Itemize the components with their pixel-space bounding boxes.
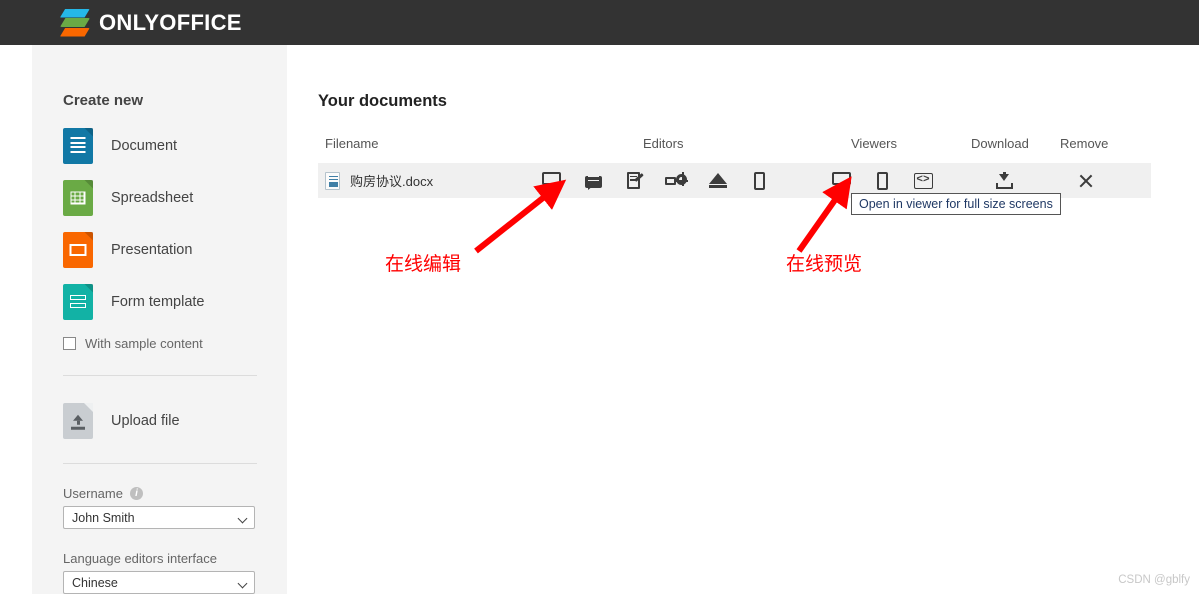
with-sample-content-label: With sample content <box>85 336 203 351</box>
presentation-icon <box>63 231 93 268</box>
document-icon <box>63 127 93 164</box>
main-content: Your documents Filename Editors Viewers … <box>318 45 1178 198</box>
sidebar: Create new Document Spreadsheet Presenta… <box>32 45 287 594</box>
editor-mobile-button[interactable] <box>746 163 772 198</box>
language-label: Language editors interface <box>63 551 217 566</box>
upload-file-label: Upload file <box>111 413 180 429</box>
upload-file-button[interactable]: Upload file <box>63 403 287 439</box>
sidebar-divider-bottom <box>63 463 257 464</box>
username-value: John Smith <box>72 510 135 525</box>
docx-file-icon <box>325 171 340 190</box>
file-name-cell[interactable]: 购房协议.docx <box>325 163 433 198</box>
draw-icon <box>709 173 727 188</box>
with-sample-content-checkbox[interactable] <box>63 337 76 350</box>
sidebar-item-label: Form template <box>111 293 205 310</box>
viewer-tooltip: Open in viewer for full size screens <box>851 193 1061 215</box>
remove-button[interactable] <box>1073 163 1099 198</box>
page-title: Your documents <box>318 92 447 110</box>
annotation-online-editing: 在线编辑 <box>385 253 462 275</box>
sidebar-item-form-template[interactable]: Form template <box>63 279 287 324</box>
documents-table: Filename Editors Viewers Download Remove… <box>318 136 1151 198</box>
column-header-remove: Remove <box>1060 136 1109 151</box>
sidebar-item-spreadsheet[interactable]: Spreadsheet <box>63 175 287 220</box>
upload-file-icon <box>63 403 93 439</box>
create-new-list: Document Spreadsheet Presentation Form t… <box>63 123 287 324</box>
editor-monitor-button[interactable] <box>538 163 564 198</box>
sidebar-item-document[interactable]: Document <box>63 123 287 168</box>
username-label: Username <box>63 486 123 501</box>
form-settings-icon <box>665 171 688 188</box>
sidebar-divider-top <box>63 375 257 376</box>
comment-bubble-icon <box>584 173 602 190</box>
embed-code-icon: <> <box>913 172 933 189</box>
sidebar-item-label: Document <box>111 137 178 154</box>
table-header-row: Filename Editors Viewers Download Remove <box>318 136 1151 163</box>
mobile-phone-icon <box>753 171 765 190</box>
sidebar-item-label: Spreadsheet <box>111 189 194 206</box>
info-icon[interactable]: i <box>129 487 143 500</box>
download-icon <box>995 172 1013 189</box>
column-header-download: Download <box>971 136 1029 151</box>
form-template-icon <box>63 283 93 320</box>
brand-logo[interactable]: ONLYOFFICE <box>60 8 242 37</box>
sidebar-item-presentation[interactable]: Presentation <box>63 227 287 272</box>
onlyoffice-layers-icon <box>60 8 90 37</box>
watermark: CSDN @gblfy <box>1118 574 1190 586</box>
annotation-online-preview: 在线预览 <box>786 253 863 275</box>
column-header-filename: Filename <box>325 136 379 151</box>
username-select[interactable]: John Smith <box>63 506 255 529</box>
close-x-icon <box>1078 173 1094 189</box>
editor-draw-button[interactable] <box>705 163 731 198</box>
editor-comment-button[interactable] <box>580 163 606 198</box>
column-header-editors: Editors <box>643 136 684 151</box>
with-sample-content-row[interactable]: With sample content <box>63 336 287 351</box>
mobile-phone-icon <box>876 171 888 190</box>
arrow-to-viewer-monitor <box>796 176 852 253</box>
language-value: Chinese <box>72 575 118 590</box>
column-header-viewers: Viewers <box>851 136 898 151</box>
chevron-down-icon <box>237 513 248 524</box>
language-select[interactable]: Chinese <box>63 571 255 594</box>
file-name-label: 购房协议.docx <box>350 174 434 189</box>
edit-document-icon <box>627 171 644 190</box>
username-label-row: Username i <box>63 486 287 501</box>
sidebar-item-label: Presentation <box>111 241 193 258</box>
monitor-icon <box>541 172 561 189</box>
monitor-icon <box>831 172 851 189</box>
create-new-title: Create new <box>63 92 144 109</box>
brand-name: ONLYOFFICE <box>99 9 242 35</box>
top-header-bar: ONLYOFFICE <box>0 0 1199 45</box>
chevron-down-icon <box>237 578 248 589</box>
arrow-to-editor-monitor <box>474 179 567 254</box>
spreadsheet-icon <box>63 179 93 216</box>
app-root: ONLYOFFICE Create new Document Spreadshe… <box>0 0 1199 594</box>
editor-edit-document-button[interactable] <box>622 163 648 198</box>
editor-form-settings-button[interactable] <box>663 163 689 198</box>
